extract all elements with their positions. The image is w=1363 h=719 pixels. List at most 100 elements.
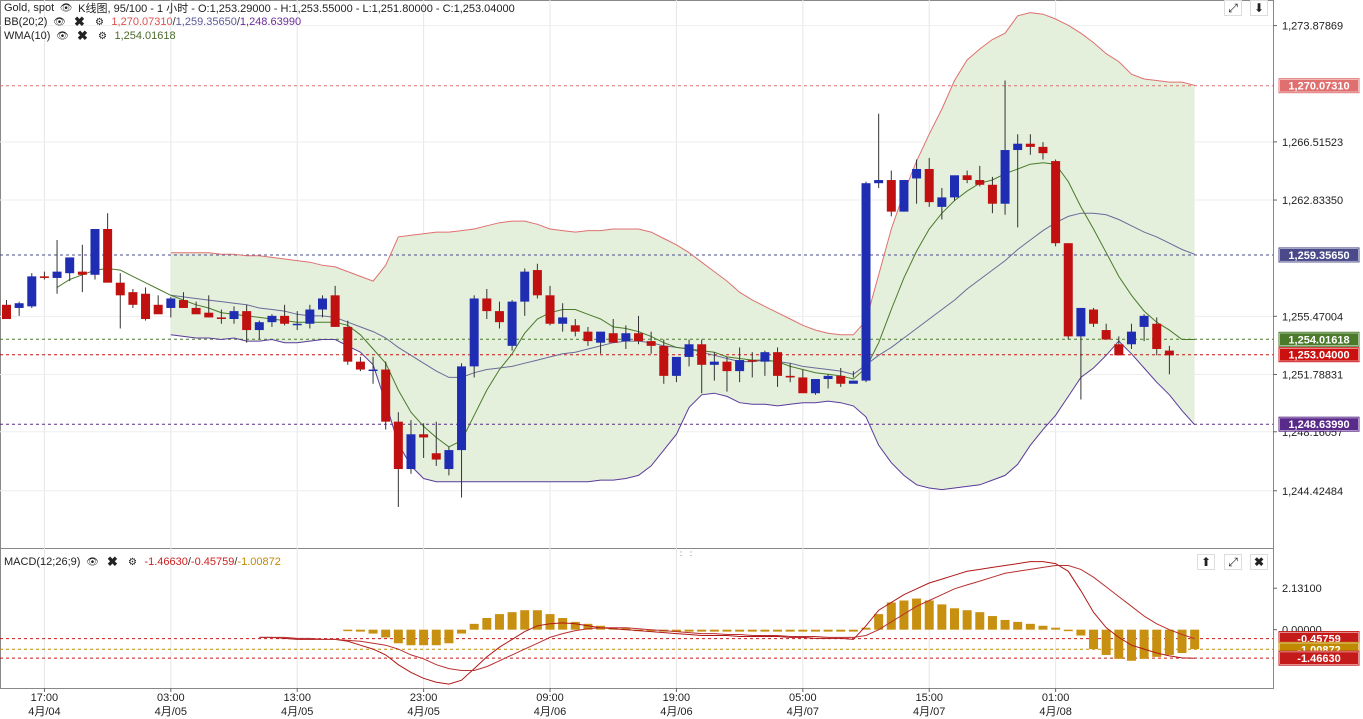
candle-body <box>1025 143 1035 147</box>
close-icon[interactable]: ✖ <box>74 28 90 43</box>
macd-histogram-bar <box>570 621 580 630</box>
macd-histogram-bar <box>444 629 454 644</box>
y-tick-label: 1,266.51523 <box>1282 137 1343 149</box>
candle-body <box>937 197 947 207</box>
candle <box>1051 159 1061 247</box>
expand-icon[interactable]: ⤢ <box>1224 554 1242 570</box>
bollinger-band-fill <box>170 12 1195 490</box>
candle-body <box>558 317 568 324</box>
candle-body <box>406 434 416 470</box>
candle-body <box>975 180 985 185</box>
price-tag-label: 1,248.63990 <box>1288 419 1349 431</box>
candle <box>1063 243 1073 340</box>
macd-histogram-bar <box>937 604 947 630</box>
candle-body <box>153 304 163 315</box>
macd-histogram-bar <box>381 629 391 638</box>
candle-body <box>141 293 151 320</box>
x-tick-date: 4月/04 <box>28 706 60 718</box>
candle <box>810 379 820 395</box>
y-tick-label: 1,251.78831 <box>1282 369 1343 381</box>
candle-body <box>178 300 188 308</box>
candle-body <box>267 315 277 323</box>
gear-icon[interactable]: ⚙ <box>91 15 107 29</box>
bb-lower-value: 1,248.63990 <box>239 16 302 28</box>
candle-body <box>836 375 846 384</box>
close-icon[interactable]: ✖ <box>1250 554 1268 570</box>
wma-legend: WMA(10) 👁 ✖ ⚙ 1,254.01618 <box>4 28 176 44</box>
candle-body <box>1126 331 1136 345</box>
gear-icon[interactable]: ⚙ <box>124 555 140 569</box>
candle-body <box>204 312 214 318</box>
candle-body <box>1076 307 1086 337</box>
candle-body <box>1139 315 1149 327</box>
wma-value: 1,254.01618 <box>114 30 176 42</box>
candle-body <box>393 421 403 470</box>
candle-body <box>962 175 972 181</box>
candle-body <box>760 352 770 362</box>
macd-histogram-bar <box>798 629 808 632</box>
candle-body <box>343 326 353 362</box>
arrow-down-icon[interactable]: ⬇ <box>1250 0 1268 16</box>
bb-mid-value: 1,259.35650 <box>175 16 237 28</box>
candle-body <box>697 344 707 365</box>
macd-value-1: -1.46630 <box>144 556 188 568</box>
candle <box>950 175 959 201</box>
y-tick-label: 1,244.42484 <box>1282 486 1343 498</box>
candle <box>141 287 151 321</box>
candle-body <box>254 322 264 331</box>
x-tick-time: 09:00 <box>536 692 564 704</box>
x-tick-date: 4月/05 <box>407 706 439 718</box>
gear-icon[interactable]: ⚙ <box>94 29 110 43</box>
pane-resize-handle[interactable]: ⋮⋮ <box>676 547 696 558</box>
price-tag: 1,254.01618 <box>1278 331 1360 347</box>
macd-histogram-bar <box>975 612 985 630</box>
candle <box>381 361 391 430</box>
close-icon[interactable]: ✖ <box>71 14 87 29</box>
price-tag-label: 1,253.04000 <box>1288 350 1349 362</box>
x-tick-date: 4月/07 <box>787 706 819 718</box>
candle <box>393 412 403 507</box>
candle <box>128 289 138 308</box>
candle <box>65 257 75 282</box>
candle-body <box>27 276 37 307</box>
candle-body <box>596 331 606 343</box>
macd-histogram-bar <box>836 629 846 632</box>
candle-body <box>570 325 580 332</box>
macd-histogram-bar <box>785 629 795 632</box>
price-tag-label: 1,254.01618 <box>1288 334 1349 346</box>
close-icon[interactable]: ✖ <box>104 554 120 569</box>
candle <box>886 170 896 217</box>
candle-body <box>77 271 87 275</box>
macd-histogram-bar <box>469 623 479 630</box>
x-tick-time: 17:00 <box>31 692 59 704</box>
macd-histogram-bar <box>1190 629 1200 650</box>
macd-histogram-bar <box>457 629 467 634</box>
x-tick-date: 4月/05 <box>155 706 187 718</box>
macd-histogram-bar <box>722 629 732 632</box>
bb-label: BB(20;2) <box>4 16 48 28</box>
candle-body <box>1038 146 1048 154</box>
eye-icon[interactable]: 👁 <box>58 1 74 15</box>
candle-body <box>848 380 858 384</box>
candle-body <box>1089 309 1099 324</box>
arrow-up-icon[interactable]: ⬆ <box>1197 554 1215 570</box>
candle-body <box>621 333 631 342</box>
candle-body <box>229 311 239 320</box>
eye-icon[interactable]: 👁 <box>84 555 100 569</box>
candle-body <box>368 369 378 372</box>
macd-line <box>259 561 1195 685</box>
x-tick-date: 4月/08 <box>1039 706 1071 718</box>
macd-histogram-bar <box>1063 629 1073 632</box>
candle-body <box>532 270 542 296</box>
candle-body <box>1152 323 1162 350</box>
candle-body <box>494 311 504 323</box>
eye-icon[interactable]: 👁 <box>51 15 67 29</box>
macd-histogram-bar <box>950 608 959 630</box>
expand-icon[interactable]: ⤢ <box>1224 0 1242 16</box>
macd-histogram-bar <box>987 616 997 630</box>
candle-body <box>785 375 795 378</box>
eye-icon[interactable]: 👁 <box>54 29 70 43</box>
x-tick-time: 19:00 <box>663 692 691 704</box>
macd-histogram-bar <box>494 614 504 630</box>
macd-value-2: -0.45759 <box>190 556 235 568</box>
